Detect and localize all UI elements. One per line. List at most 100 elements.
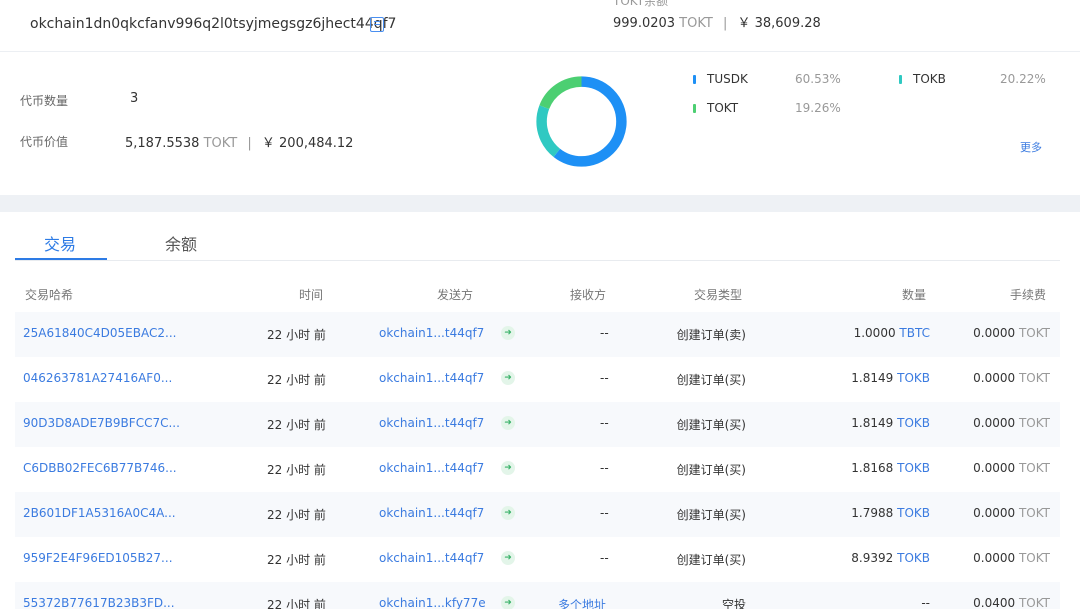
tx-sender-link[interactable]: okchain1...t44qf7	[379, 416, 484, 430]
tx-fee-value: 0.0400	[973, 596, 1016, 609]
legend-percent-tokb: 20.22%	[1000, 72, 1046, 86]
tx-amount-unit[interactable]: TOKB	[897, 506, 930, 520]
tx-fee-value: 0.0000	[973, 326, 1016, 340]
tx-amount-unit[interactable]: TOKB	[897, 461, 930, 475]
account-address: okchain1dn0qkcfanv996q2l0tsyjmegsgz6jhec…	[30, 16, 397, 32]
active-tab-indicator	[15, 258, 107, 260]
arrow-right-icon: ➜	[501, 596, 515, 609]
tx-hash-link[interactable]: 25A61840C4D05EBAC2...	[23, 326, 176, 340]
table-row: C6DBB02FEC6B77B746... 22 小时 前 okchain1...t…	[15, 447, 1060, 492]
tx-fee: 0.0000 TOKT	[973, 416, 1050, 430]
tx-time: 22 小时 前	[267, 373, 326, 387]
tx-amount-value: 1.8149	[851, 371, 894, 385]
tx-type: 创建订单(卖)	[676, 328, 746, 342]
balance-value: 999.0203 TOKT | ￥ 38,609.28	[613, 12, 821, 31]
tx-hash-link[interactable]: C6DBB02FEC6B77B746...	[23, 461, 177, 475]
tx-type: 创建订单(买)	[676, 373, 746, 387]
tx-fee-unit: TOKT	[1018, 506, 1050, 520]
legend-item-tusdk: TUSDK	[693, 72, 748, 86]
token-value-cny: ￥ 200,484.12	[261, 136, 354, 151]
tx-fee: 0.0400 TOKT	[973, 596, 1050, 609]
tx-amount-unit[interactable]: TOKB	[897, 551, 930, 565]
tx-time: 22 小时 前	[267, 553, 326, 567]
tx-fee-unit: TOKT	[1018, 326, 1050, 340]
column-header-tx-type: 交易类型	[694, 288, 743, 302]
tx-fee-unit: TOKT	[1018, 371, 1050, 385]
tx-hash-link[interactable]: 959F2E4F96ED105B27...	[23, 551, 173, 565]
table-row: 55372B77617B23B3FD... 22 小时 前 okchain1...k…	[15, 582, 1060, 609]
tx-amount-unit[interactable]: TOKB	[897, 416, 930, 430]
tx-receiver: --	[600, 416, 609, 430]
arrow-right-icon: ➜	[501, 326, 515, 340]
balance-unit: TOKT	[679, 16, 713, 31]
tx-sender-link[interactable]: okchain1...t44qf7	[379, 371, 484, 385]
tx-time: 22 小时 前	[267, 508, 326, 522]
tx-time: 22 小时 前	[267, 598, 326, 609]
tx-receiver[interactable]: 多个地址	[558, 596, 606, 609]
tx-receiver: --	[600, 551, 609, 565]
tx-fee: 0.0000 TOKT	[973, 371, 1050, 385]
tx-time: 22 小时 前	[267, 463, 326, 477]
tx-hash-link[interactable]: 2B601DF1A5316A0C4A...	[23, 506, 176, 520]
tx-receiver: --	[600, 326, 609, 340]
tx-fee-value: 0.0000	[973, 551, 1016, 565]
column-header-fee: 手续费	[1010, 288, 1047, 302]
token-value-label: 代币价值	[20, 135, 69, 149]
legend-name-tusdk: TUSDK	[707, 72, 748, 86]
tx-sender-link[interactable]: okchain1...t44qf7	[379, 506, 484, 520]
legend-marker-tokt	[693, 103, 696, 113]
tx-hash-link[interactable]: 90D3D8ADE7B9BFCC7C...	[23, 416, 180, 430]
tx-sender-link[interactable]: okchain1...t44qf7	[379, 461, 484, 475]
tx-hash-link[interactable]: 046263781A27416AF0...	[23, 371, 172, 385]
tx-fee-unit: TOKT	[1018, 551, 1050, 565]
tx-amount-value: 8.9392	[851, 551, 894, 565]
tx-time: 22 小时 前	[267, 418, 326, 432]
tabs-divider	[15, 260, 1060, 261]
tx-amount-unit[interactable]: TOKB	[897, 371, 930, 385]
tx-fee: 0.0000 TOKT	[973, 551, 1050, 565]
tx-type: 创建订单(买)	[676, 508, 746, 522]
table-row: 25A61840C4D05EBAC2... 22 小时 前 okchain1...t…	[15, 312, 1060, 357]
tx-amount: 1.0000 TBTC	[854, 326, 930, 340]
more-link[interactable]: 更多	[1020, 139, 1042, 155]
tx-fee-value: 0.0000	[973, 371, 1016, 385]
tx-receiver: --	[600, 461, 609, 475]
legend-percent-tokt: 19.26%	[795, 101, 841, 115]
tx-sender-link[interactable]: okchain1...t44qf7	[379, 551, 484, 565]
table-row: 90D3D8ADE7B9BFCC7C... 22 小时 前 okchain1...t…	[15, 402, 1060, 447]
table-row: 046263781A27416AF0... 22 小时 前 okchain1...t…	[15, 357, 1060, 402]
token-value: 5,187.5538 TOKT | ￥ 200,484.12	[125, 132, 353, 151]
tx-fee: 0.0000 TOKT	[973, 506, 1050, 520]
token-value-unit: TOKT	[203, 136, 238, 151]
legend-item-tokt: TOKT	[693, 101, 738, 115]
balance-cny: ￥ 38,609.28	[737, 16, 821, 31]
tab-transactions[interactable]: 交易	[44, 231, 76, 255]
token-count-value: 3	[130, 91, 139, 106]
tx-fee-unit: TOKT	[1018, 596, 1050, 609]
column-header-receiver: 接收方	[570, 288, 607, 302]
arrow-right-icon: ➜	[501, 416, 515, 430]
tx-amount-value: --	[921, 596, 930, 609]
token-count-label: 代币数量	[20, 94, 69, 108]
balance-separator: |	[722, 16, 728, 31]
copy-icon[interactable]	[370, 17, 384, 32]
address-row: okchain1dn0qkcfanv996q2l0tsyjmegsgz6jhec…	[0, 0, 1080, 52]
arrow-right-icon: ➜	[501, 506, 515, 520]
token-value-amount: 5,187.5538	[125, 136, 200, 151]
legend-percent-tusdk: 60.53%	[795, 72, 841, 86]
legend-item-tokb: TOKB	[899, 72, 946, 86]
token-distribution-donut	[536, 76, 627, 167]
tab-balance[interactable]: 余额	[165, 231, 197, 255]
arrow-right-icon: ➜	[501, 461, 515, 475]
tx-hash-link[interactable]: 55372B77617B23B3FD...	[23, 596, 175, 609]
tx-sender-link[interactable]: okchain1...kfy77e	[379, 596, 486, 609]
tx-type: 创建订单(买)	[676, 553, 746, 567]
tx-amount-value: 1.0000	[853, 326, 896, 340]
tx-amount-value: 1.8168	[851, 461, 894, 475]
tx-amount: --	[921, 596, 930, 609]
tx-amount-unit[interactable]: TBTC	[899, 326, 930, 340]
token-value-separator: |	[247, 136, 252, 151]
tx-sender-link[interactable]: okchain1...t44qf7	[379, 326, 484, 340]
column-header-sender: 发送方	[437, 288, 474, 302]
table-row: 959F2E4F96ED105B27... 22 小时 前 okchain1...t…	[15, 537, 1060, 582]
